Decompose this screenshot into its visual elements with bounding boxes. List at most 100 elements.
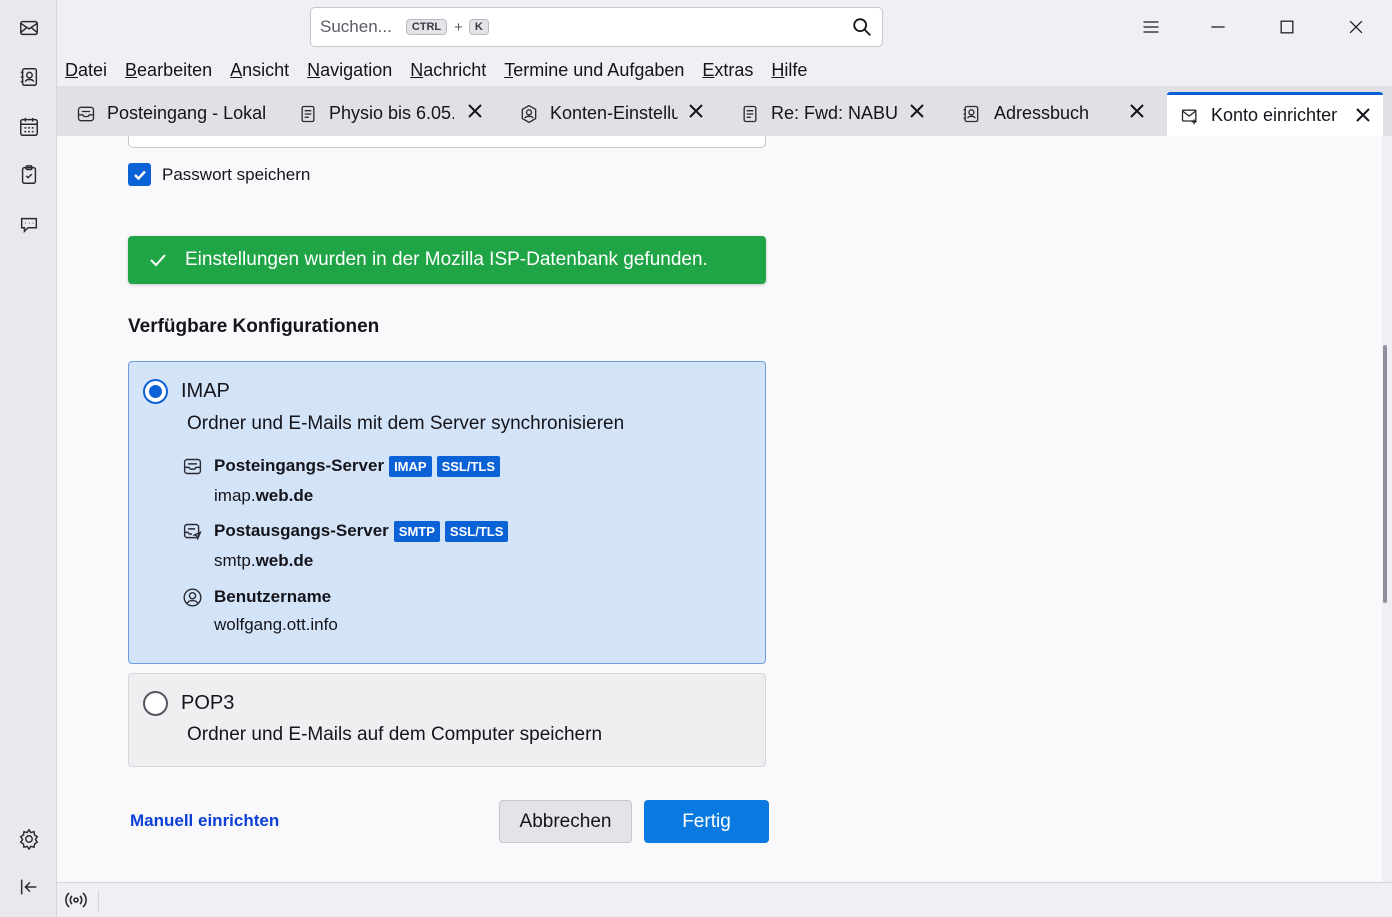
tab-bar: Posteingang - Lokal Physio bis 6.05. Kon… (57, 86, 1392, 136)
security-badge: SSL/TLS (444, 520, 509, 542)
menu-hilfe[interactable]: Hilfe (762, 60, 816, 81)
tab-close-button[interactable] (1355, 107, 1375, 127)
inbox-icon (77, 106, 95, 121)
tab-account-setup[interactable]: Konto einrichten (1167, 92, 1383, 136)
done-button[interactable]: Fertig (644, 800, 769, 843)
broadcast-icon (65, 892, 87, 908)
menu-termine[interactable]: Termine und Aufgaben (495, 60, 693, 81)
mail-space-button[interactable] (14, 13, 44, 43)
collapse-rail-button[interactable] (14, 872, 44, 902)
success-notification: Einstellungen wurden in der Mozilla ISP-… (128, 236, 766, 284)
menu-nachricht[interactable]: Nachricht (401, 60, 495, 81)
hostname-prefix: imap. (214, 486, 256, 505)
menu-extras[interactable]: Extras (693, 60, 762, 81)
account-settings-icon (521, 104, 537, 123)
tab-label: Adressbuch (994, 103, 1090, 123)
manual-setup-link[interactable]: Manuell einrichten (130, 811, 279, 831)
collapse-left-icon (20, 879, 37, 895)
menu-ansicht[interactable]: Ansicht (221, 60, 298, 81)
imap-radio[interactable] (143, 379, 168, 404)
save-password-checkbox[interactable] (128, 163, 151, 186)
tab-label: Konten-Einstellu (550, 103, 678, 123)
status-bar (57, 882, 1392, 917)
tab-physio[interactable]: Physio bis 6.05. (297, 91, 487, 136)
search-icon[interactable] (851, 16, 873, 38)
close-icon (910, 104, 924, 118)
shortcut-k-key: K (468, 19, 489, 35)
hamburger-icon (1143, 21, 1159, 33)
hostname-domain: web.de (255, 486, 314, 505)
minimize-icon (1211, 26, 1225, 28)
success-message: Einstellungen wurden in der Mozilla ISP-… (185, 249, 708, 270)
pop3-config-option[interactable]: POP3 Ordner und E-Mails auf dem Computer… (128, 673, 766, 767)
tab-label: Physio bis 6.05. (329, 103, 454, 123)
menu-datei[interactable]: Datei (57, 60, 116, 81)
mail-add-icon (1181, 109, 1197, 124)
chat-space-button[interactable] (14, 210, 44, 240)
outgoing-server-title: Postausgangs-Server (214, 521, 389, 540)
tab-label: Posteingang - Lokal (107, 103, 265, 123)
section-title: Verfügbare Konfigurationen (128, 316, 380, 337)
close-icon (1356, 108, 1370, 122)
menu-bearbeiten[interactable]: Bearbeiten (116, 60, 221, 81)
tab-address-book[interactable]: Adressbuch (960, 91, 1149, 136)
app-menu-button[interactable] (1134, 10, 1168, 44)
menu-navigation[interactable]: Navigation (298, 60, 401, 81)
close-icon (1130, 104, 1144, 118)
password-field[interactable] (128, 136, 766, 148)
protocol-badge: SMTP (393, 520, 440, 542)
pop3-radio[interactable] (143, 691, 168, 716)
minimize-button[interactable] (1201, 10, 1235, 44)
calendar-icon (20, 117, 38, 136)
close-icon (1349, 20, 1363, 34)
tab-close-button[interactable] (1129, 103, 1149, 123)
close-icon (468, 104, 482, 118)
save-password-label: Passwort speichern (162, 164, 311, 184)
imap-config-option[interactable]: IMAP Ordner und E-Mails mit dem Server s… (128, 361, 766, 664)
outgoing-hostname: smtp.web.de (214, 551, 508, 571)
incoming-hostname: imap.web.de (214, 486, 500, 506)
maximize-button[interactable] (1270, 10, 1304, 44)
title-bar: Suchen... CTRL + K (57, 0, 1392, 54)
tab-account-settings[interactable]: Konten-Einstellu (518, 91, 708, 136)
search-bar[interactable]: Suchen... CTRL + K (310, 7, 883, 47)
gear-icon (19, 828, 39, 850)
username-value: wolfgang.ott.info (214, 615, 338, 634)
protocol-badge: IMAP (389, 455, 432, 477)
tab-close-button[interactable] (688, 103, 708, 123)
document-icon (743, 105, 757, 122)
account-setup-page: Passwort speichern Einstellungen wurden … (57, 136, 1382, 882)
spaces-toolbar (0, 0, 57, 917)
address-book-icon (963, 105, 979, 122)
shortcut-ctrl-key: CTRL (405, 19, 448, 35)
tab-close-button[interactable] (909, 103, 929, 123)
check-icon (150, 254, 166, 267)
tasks-space-button[interactable] (14, 160, 44, 190)
shortcut-plus: + (454, 18, 463, 36)
tab-close-button[interactable] (467, 103, 487, 123)
close-icon (689, 104, 703, 118)
username-info: Benutzername wolfgang.ott.info (181, 586, 338, 635)
tab-nabu[interactable]: Re: Fwd: NABU | (739, 91, 929, 136)
config-description: Ordner und E-Mails auf dem Computer spei… (187, 724, 603, 745)
incoming-server-title: Posteingangs-Server (214, 456, 385, 475)
config-description: Ordner und E-Mails mit dem Server synchr… (187, 413, 625, 434)
config-name: IMAP (181, 380, 230, 402)
user-icon (182, 587, 202, 607)
online-status-button[interactable] (64, 890, 99, 912)
scrollbar-thumb[interactable] (1383, 345, 1387, 603)
address-book-space-button[interactable] (14, 62, 44, 92)
hostname-prefix: smtp. (214, 551, 256, 570)
incoming-server: Posteingangs-Server IMAP SSL/TLS imap.we… (181, 455, 501, 506)
close-window-button[interactable] (1339, 10, 1373, 44)
tasks-icon (21, 165, 37, 184)
tab-label: Konto einrichten (1211, 105, 1337, 125)
settings-button[interactable] (14, 824, 44, 854)
tab-inbox[interactable]: Posteingang - Lokal (75, 91, 265, 136)
outgoing-server: Postausgangs-Server SMTP SSL/TLS smtp.we… (181, 520, 509, 571)
document-icon (301, 105, 315, 122)
calendar-space-button[interactable] (14, 112, 44, 142)
outbox-icon (183, 523, 202, 540)
cancel-button[interactable]: Abbrechen (499, 800, 632, 843)
save-password-row[interactable]: Passwort speichern (128, 163, 310, 186)
